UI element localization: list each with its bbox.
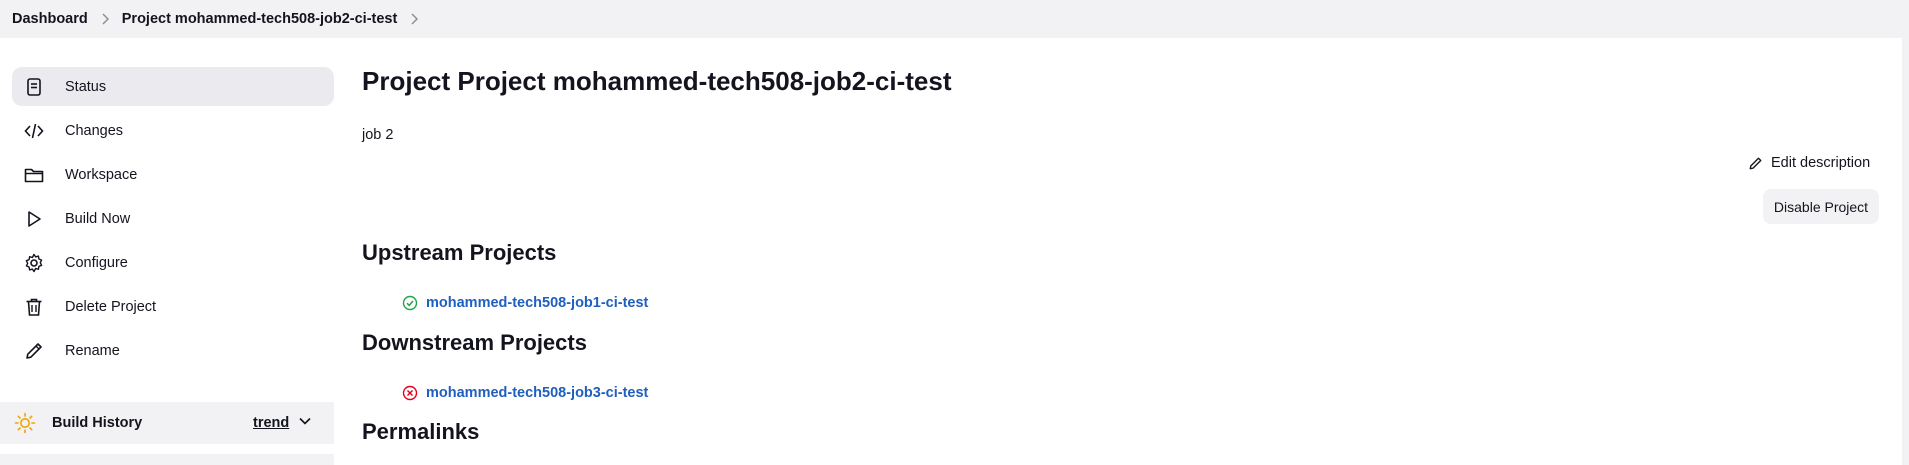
disable-project-button[interactable]: Disable Project xyxy=(1763,189,1879,224)
sidebar-item-configure[interactable]: Configure xyxy=(12,243,334,282)
sidebar-item-label: Delete Project xyxy=(65,298,157,315)
permalinks-heading: Permalinks xyxy=(362,419,480,444)
sidebar-item-label: Status xyxy=(65,78,107,95)
chevron-right-icon[interactable] xyxy=(100,13,110,25)
sidebar-item-status[interactable]: Status xyxy=(12,67,334,106)
failed-status-icon xyxy=(402,385,418,401)
sidebar-item-workspace[interactable]: Workspace xyxy=(12,155,334,194)
breadcrumb-dashboard[interactable]: Dashboard xyxy=(12,11,88,27)
trash-icon xyxy=(23,296,45,318)
build-history-search[interactable] xyxy=(0,454,334,465)
folder-icon xyxy=(23,164,45,186)
project-description: job 2 xyxy=(362,127,394,143)
scrollbar[interactable] xyxy=(1902,38,1909,465)
sun-icon xyxy=(14,412,36,434)
code-icon xyxy=(23,120,45,142)
sidebar-item-build-now[interactable]: Build Now xyxy=(12,199,334,238)
chevron-down-icon[interactable] xyxy=(298,414,312,428)
play-icon xyxy=(23,208,45,230)
sidebar-item-delete-project[interactable]: Delete Project xyxy=(12,287,334,326)
sidebar-item-label: Changes xyxy=(65,122,124,139)
pencil-icon xyxy=(1748,156,1763,171)
chevron-right-icon[interactable] xyxy=(409,13,419,25)
downstream-project-name: mohammed-tech508-job3-ci-test xyxy=(426,385,649,401)
trend-link[interactable]: trend xyxy=(253,415,289,431)
edit-description-label: Edit description xyxy=(1771,155,1871,171)
build-history-label: Build History xyxy=(52,415,143,431)
sidebar-item-label: Workspace xyxy=(65,166,138,183)
sidebar: Status Changes Workspace Build Now Confi… xyxy=(12,67,334,375)
document-icon xyxy=(23,76,45,98)
sidebar-item-label: Rename xyxy=(65,342,120,359)
breadcrumb: Dashboard Project mohammed-tech508-job2-… xyxy=(0,0,1909,38)
sidebar-item-changes[interactable]: Changes xyxy=(12,111,334,150)
upstream-project-name: mohammed-tech508-job1-ci-test xyxy=(426,295,649,311)
page-title: Project Project mohammed-tech508-job2-ci… xyxy=(362,66,952,96)
downstream-project-link[interactable]: mohammed-tech508-job3-ci-test xyxy=(402,385,648,401)
sidebar-item-label: Configure xyxy=(65,254,128,271)
upstream-projects-heading: Upstream Projects xyxy=(362,240,557,265)
upstream-project-link[interactable]: mohammed-tech508-job1-ci-test xyxy=(402,295,648,311)
build-history-header: Build History trend xyxy=(0,402,334,444)
edit-description-link[interactable]: Edit description xyxy=(1748,155,1870,171)
sidebar-item-label: Build Now xyxy=(65,210,131,227)
sidebar-item-rename[interactable]: Rename xyxy=(12,331,334,370)
downstream-projects-heading: Downstream Projects xyxy=(362,330,587,355)
pencil-icon xyxy=(23,340,45,362)
success-status-icon xyxy=(402,295,418,311)
breadcrumb-project[interactable]: Project mohammed-tech508-job2-ci-test xyxy=(122,11,398,27)
gear-icon xyxy=(23,252,45,274)
